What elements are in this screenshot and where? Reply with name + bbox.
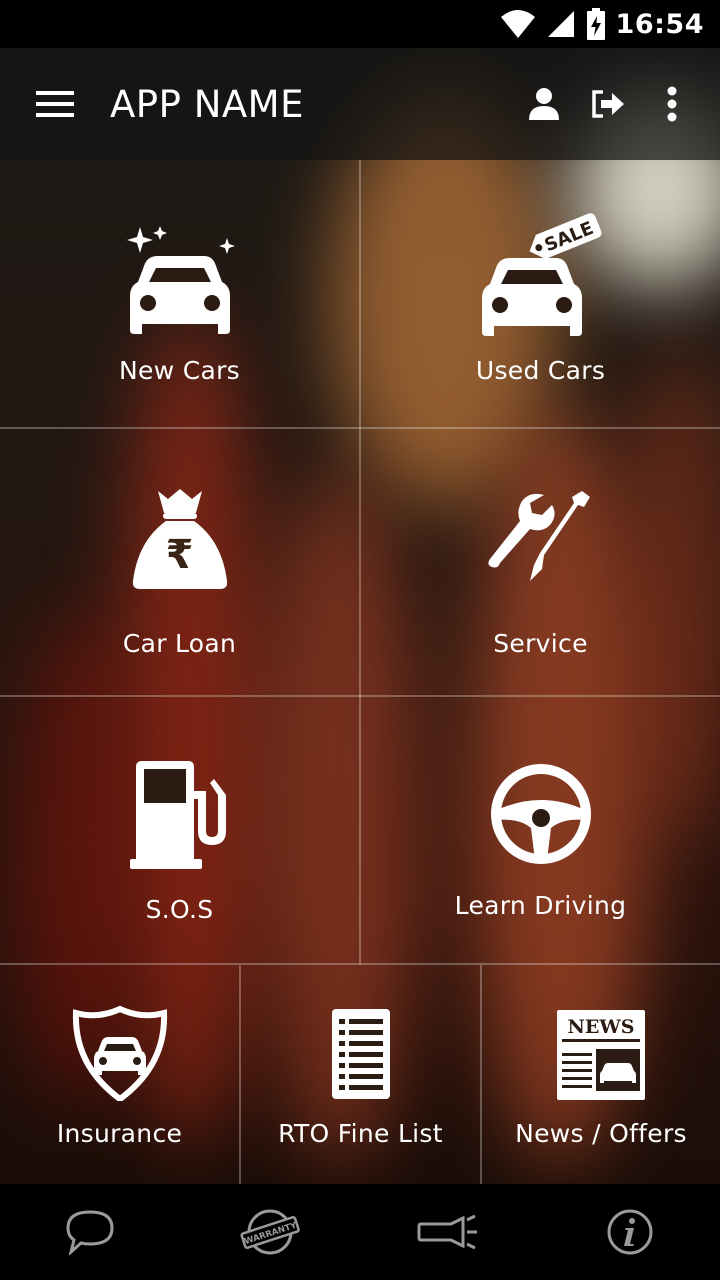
status-bar: 16:54 <box>0 0 720 48</box>
tile-label: Car Loan <box>122 629 237 658</box>
tile-service[interactable]: Service <box>361 429 720 695</box>
logout-button[interactable] <box>580 69 636 139</box>
tile-label: Used Cars <box>475 356 606 385</box>
more-vert-icon <box>667 86 677 122</box>
menu-button[interactable] <box>0 48 110 160</box>
tile-new-cars[interactable]: New Cars <box>0 160 359 427</box>
battery-charging-icon <box>586 8 605 40</box>
tile-label: RTO Fine List <box>278 1119 443 1148</box>
tile-rto-fine-list[interactable]: RTO Fine List <box>241 965 480 1184</box>
list-document-icon <box>331 1009 390 1099</box>
app-bar-actions <box>516 48 700 160</box>
chat-button[interactable] <box>30 1184 150 1280</box>
info-button[interactable] <box>570 1184 690 1280</box>
tile-learn-driving[interactable]: Learn Driving <box>361 697 720 963</box>
steering-wheel-icon <box>490 764 591 864</box>
tile-used-cars[interactable]: SALE Used Cars <box>361 160 720 427</box>
chat-bubble-icon <box>66 1210 114 1255</box>
user-icon <box>529 88 559 120</box>
profile-button[interactable] <box>516 69 572 139</box>
warranty-badge-icon: WARRANTY <box>240 1209 300 1255</box>
newspaper-icon: NEWS <box>557 1010 645 1100</box>
insurance-shield-icon <box>72 1005 167 1101</box>
wifi-icon <box>500 10 535 38</box>
tile-label: New Cars <box>119 356 240 385</box>
flashlight-button[interactable] <box>390 1184 510 1280</box>
flashlight-icon <box>417 1214 477 1250</box>
app-bar: APP NAME <box>0 48 720 160</box>
hamburger-menu-icon <box>36 91 74 117</box>
status-time: 16:54 <box>615 8 704 40</box>
tile-sos[interactable]: S.O.S <box>0 697 359 963</box>
app-title: APP NAME <box>110 82 304 126</box>
tile-insurance[interactable]: Insurance <box>0 965 239 1184</box>
tile-label: News / Offers <box>515 1119 687 1148</box>
used-car-sale-icon: SALE <box>481 213 601 336</box>
info-icon <box>607 1209 653 1255</box>
tile-label: Service <box>493 629 588 658</box>
rupee-symbol: ₹ <box>165 532 194 578</box>
signal-icon <box>547 11 574 37</box>
tile-label: Insurance <box>56 1119 183 1148</box>
more-options-button[interactable] <box>644 69 700 139</box>
warranty-button[interactable]: WARRANTY <box>210 1184 330 1280</box>
tile-car-loan[interactable]: ₹ Car Loan <box>0 429 359 695</box>
menu-grid: New Cars SALE Used Cars ₹ Car Loan Servi… <box>0 160 720 1184</box>
logout-icon <box>592 90 624 118</box>
news-tag-text: NEWS <box>568 1016 635 1038</box>
tools-icon <box>487 491 590 581</box>
tile-label: Learn Driving <box>454 891 627 920</box>
new-car-icon <box>126 226 235 334</box>
tile-news-offers[interactable]: NEWS News / Offers <box>482 965 720 1184</box>
bottom-bar: WARRANTY <box>0 1184 720 1280</box>
fuel-pump-icon <box>129 761 226 869</box>
tile-label: S.O.S <box>145 895 214 924</box>
